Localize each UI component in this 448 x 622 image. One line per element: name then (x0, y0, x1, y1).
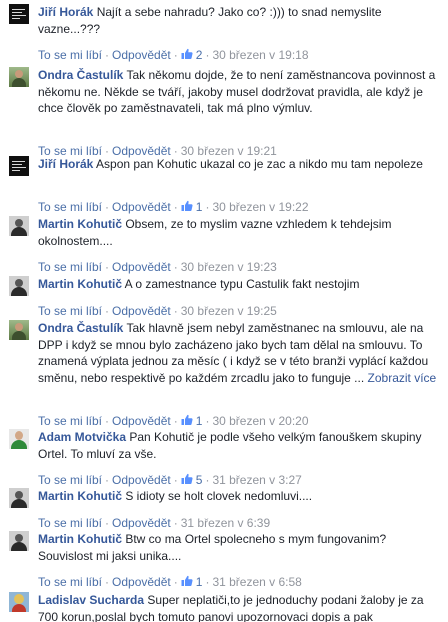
thumbs-up-icon (181, 48, 193, 60)
comment-text: Martin Kohutič Btw co ma Ortel spolecneh… (38, 531, 444, 564)
comment-actions: To se mi líbí · Odpovědět · 31 březen v 6:39 (38, 515, 270, 531)
avatar[interactable] (9, 592, 29, 612)
separator: · (205, 575, 210, 589)
comment-actions: To se mi líbí · Odpovědět · 1 · 30 březen v 20… (38, 413, 309, 429)
avatar[interactable] (9, 488, 29, 508)
like-button[interactable]: To se mi líbí (38, 48, 102, 62)
separator: · (205, 200, 210, 214)
see-more-link[interactable]: Zobrazit více (368, 371, 437, 385)
thumbs-up-icon (181, 200, 193, 212)
comment-timestamp[interactable]: 31 březen v 6:58 (212, 575, 301, 589)
avatar[interactable] (9, 67, 29, 87)
reply-button[interactable]: Odpovědět (112, 516, 171, 530)
comment-text: Ondra Častulík Tak hlavně jsem nebyl zam… (38, 320, 444, 386)
comment-text: Jiří Horák Najít a sebe nahradu? Jako co… (38, 4, 444, 37)
separator: · (173, 200, 178, 214)
like-count[interactable]: 1 (181, 575, 202, 589)
comment-message: S idioty se holt clovek nedomluvi.... (125, 489, 313, 503)
reply-button[interactable]: Odpovědět (112, 473, 171, 487)
separator: · (173, 575, 178, 589)
comment-message: A o zamestnance typu Castulik fakt nesto… (124, 277, 360, 291)
thumbs-up-icon (181, 575, 193, 587)
comment-thread: Jiří Horák Najít a sebe nahradu? Jako co… (0, 0, 448, 622)
comment-text: Jiří Horák Aspon pan Kohutic ukazal co j… (38, 156, 444, 173)
comment-timestamp[interactable]: 30 březen v 19:25 (181, 304, 277, 318)
comment-author[interactable]: Martin Kohutič (38, 217, 122, 231)
comment-author[interactable]: Jiří Horák (38, 5, 93, 19)
comment-timestamp[interactable]: 31 březen v 6:39 (181, 516, 270, 530)
avatar[interactable] (9, 531, 29, 551)
comment-author[interactable]: Ondra Častulík (38, 68, 123, 82)
comment-text: Martin Kohutič Obsem, ze to myslim vazne… (38, 216, 444, 249)
avatar[interactable] (9, 216, 29, 236)
like-count[interactable]: 1 (181, 200, 202, 214)
separator: · (173, 413, 178, 428)
like-button[interactable]: To se mi líbí (38, 516, 102, 530)
separator: · (205, 413, 210, 428)
comment-actions: To se mi líbí · Odpovědět · 2 · 30 březen v 19… (38, 47, 309, 63)
separator: · (173, 303, 178, 318)
reply-button[interactable]: Odpovědět (112, 200, 171, 214)
separator: · (205, 473, 210, 487)
like-count[interactable]: 5 (181, 473, 202, 487)
avatar[interactable] (9, 156, 29, 176)
like-button[interactable]: To se mi líbí (38, 414, 102, 428)
separator: · (173, 260, 178, 274)
avatar[interactable] (9, 276, 29, 296)
comment-message: Aspon pan Kohutic ukazal co je zac a nik… (96, 157, 423, 171)
comment-timestamp[interactable]: 30 březen v 19:22 (212, 200, 308, 214)
separator: · (105, 515, 110, 530)
avatar[interactable] (9, 429, 29, 449)
separator: · (105, 48, 110, 62)
comment-author[interactable]: Martin Kohutič (38, 277, 122, 291)
separator: · (105, 260, 110, 274)
like-button[interactable]: To se mi líbí (38, 473, 102, 487)
comment-actions: To se mi líbí · Odpovědět · 30 březen v 19:2… (38, 303, 277, 319)
reply-button[interactable]: Odpovědět (112, 48, 171, 62)
comment-timestamp[interactable]: 30 březen v 19:18 (212, 48, 308, 62)
comment-actions: To se mi líbí · Odpovědět · 1 · 31 březen v 6:… (38, 574, 302, 590)
separator: · (173, 48, 178, 62)
like-button[interactable]: To se mi líbí (38, 575, 102, 589)
comment-actions: To se mi líbí · Odpovědět · 5 · 31 březen v 3:… (38, 472, 302, 488)
comment-timestamp[interactable]: 30 březen v 19:23 (181, 260, 277, 274)
comment-author[interactable]: Martin Kohutič (38, 532, 122, 546)
like-count[interactable]: 1 (181, 414, 202, 428)
separator: · (105, 473, 110, 487)
like-count[interactable]: 2 (181, 48, 202, 62)
thumbs-up-icon (181, 473, 193, 485)
comment-text: Adam Motvička Pan Kohutič je podle všeho… (38, 429, 444, 462)
reply-button[interactable]: Odpovědět (112, 304, 171, 318)
separator: · (173, 473, 178, 487)
comment-text: Martin Kohutič A o zamestnance typu Cast… (38, 276, 444, 293)
comment-text: Ondra Častulík Tak někomu dojde, že to n… (38, 67, 444, 117)
avatar[interactable] (9, 320, 29, 340)
reply-button[interactable]: Odpovědět (112, 575, 171, 589)
comment-text: Ladislav Sucharda Super neplatiči,to je … (38, 592, 444, 622)
comment-text: Martin Kohutič S idioty se holt clovek n… (38, 488, 444, 505)
separator: · (205, 48, 210, 62)
comment-author[interactable]: Martin Kohutič (38, 489, 122, 503)
separator: · (105, 200, 110, 214)
comment-actions: To se mi líbí · Odpovědět · 1 · 30 březen v 19… (38, 199, 309, 215)
comment-author[interactable]: Jiří Horák (38, 157, 93, 171)
reply-button[interactable]: Odpovědět (112, 260, 171, 274)
like-button[interactable]: To se mi líbí (38, 260, 102, 274)
thumbs-up-icon (181, 414, 193, 426)
like-button[interactable]: To se mi líbí (38, 304, 102, 318)
separator: · (105, 303, 110, 318)
comment-timestamp[interactable]: 31 březen v 3:27 (212, 473, 301, 487)
comment-author[interactable]: Ladislav Sucharda (38, 593, 144, 607)
comment-timestamp[interactable]: 30 březen v 20:20 (212, 414, 308, 428)
comment-actions: To se mi líbí · Odpovědět · 30 březen v 19:2… (38, 259, 277, 275)
reply-button[interactable]: Odpovědět (112, 414, 171, 428)
separator: · (105, 575, 110, 589)
avatar[interactable] (9, 4, 29, 24)
separator: · (105, 413, 110, 428)
comment-author[interactable]: Adam Motvička (38, 430, 126, 444)
like-button[interactable]: To se mi líbí (38, 200, 102, 214)
comment-author[interactable]: Ondra Častulík (38, 321, 123, 335)
separator: · (173, 515, 178, 530)
